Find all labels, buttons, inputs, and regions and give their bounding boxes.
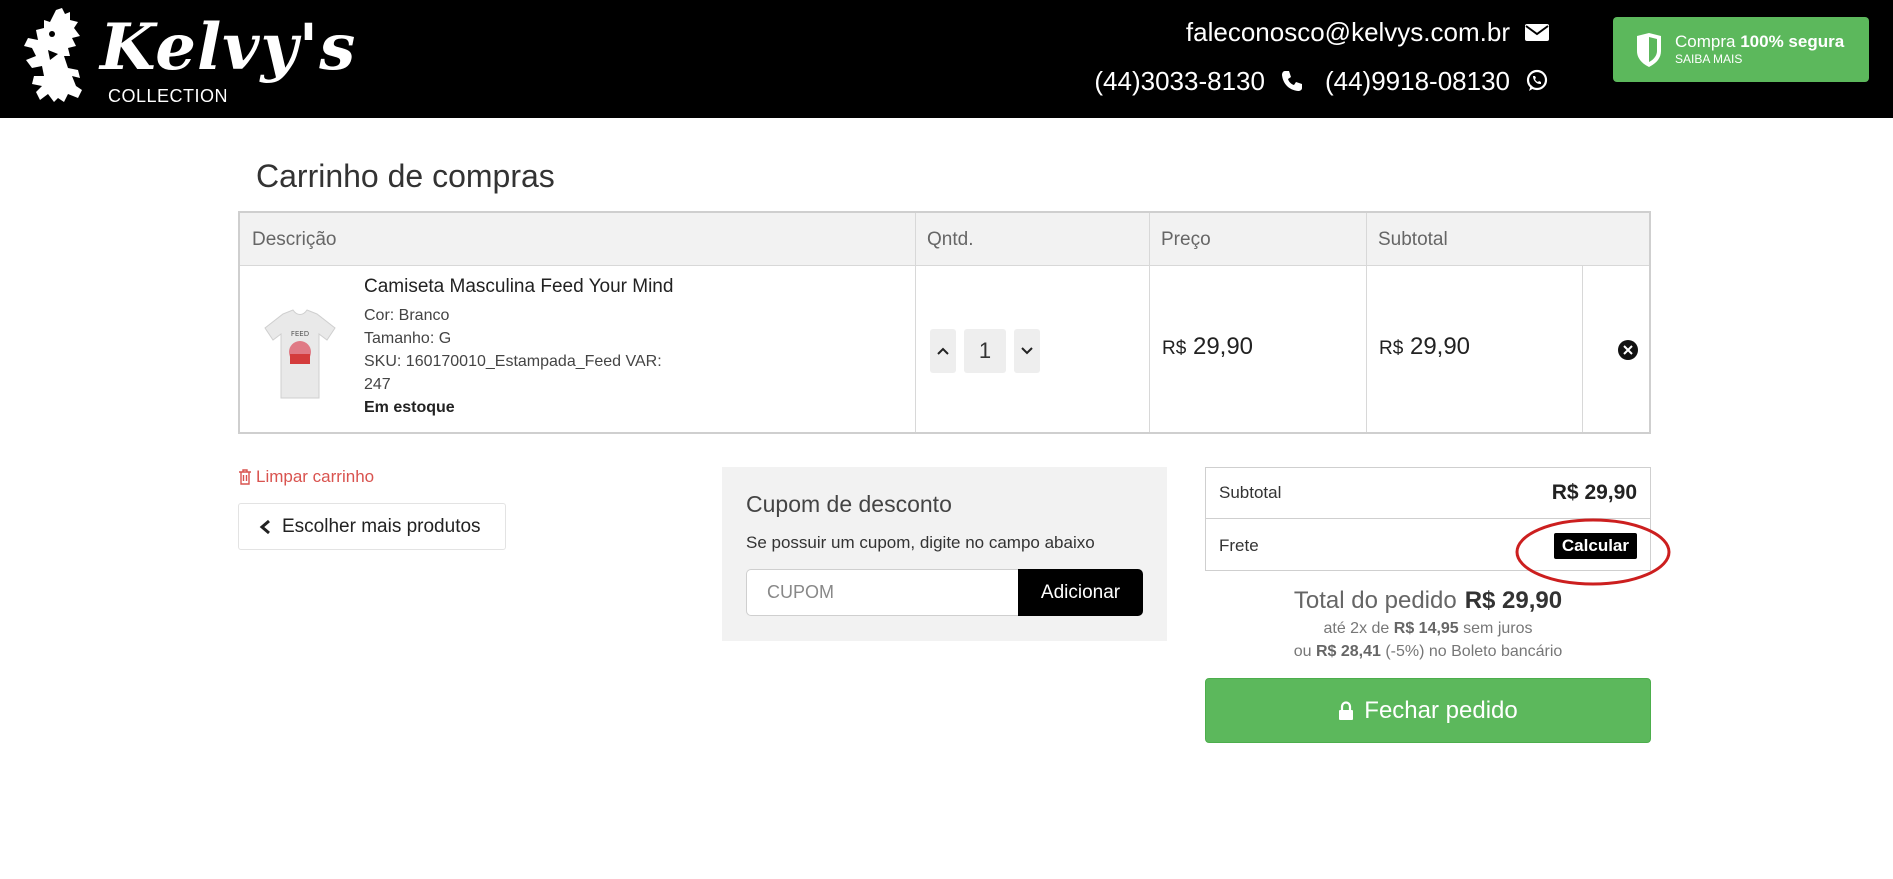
- calculate-shipping-button[interactable]: Calcular: [1553, 532, 1637, 559]
- phone-line: (44)3033-8130 (44)9918-08130: [1094, 65, 1550, 97]
- choose-more-products-button[interactable]: Escolher mais produtos: [238, 503, 506, 550]
- coupon-title: Cupom de desconto: [746, 491, 952, 517]
- page-title: Carrinho de compras: [256, 158, 555, 194]
- chevron-up-icon: [937, 347, 949, 355]
- site-header: Kelvy's COLLECTION faleconosco@kelvys.co…: [0, 0, 1893, 118]
- remove-item-icon[interactable]: [1617, 339, 1639, 361]
- coupon-panel: Cupom de desconto Se possuir um cupom, d…: [722, 467, 1167, 641]
- cart-item-row: FEED Camiseta Masculina Feed Your Mind C…: [240, 266, 1649, 432]
- stock-status: Em estoque: [364, 399, 455, 416]
- product-image[interactable]: FEED: [255, 306, 345, 406]
- contact-info: faleconosco@kelvys.com.br (44)3033-8130 …: [1094, 16, 1550, 97]
- price-value: 29,90: [1192, 333, 1254, 360]
- summary-subtotal-label: Subtotal: [1219, 483, 1282, 502]
- coupon-description: Se possuir um cupom, digite no campo aba…: [746, 533, 1095, 552]
- quantity-decrease-button[interactable]: [1014, 329, 1040, 373]
- summary-shipping-label: Frete: [1219, 535, 1259, 555]
- payment-options: até 2x de R$ 14,95 sem juros ou R$ 28,41…: [1205, 617, 1651, 663]
- product-name[interactable]: Camiseta Masculina Feed Your Mind: [364, 276, 704, 298]
- cart-table: Descrição Qntd. Preço Subtotal FEED Cami…: [238, 211, 1651, 434]
- lock-icon: [1339, 700, 1354, 720]
- column-header-price: Preço: [1161, 229, 1211, 250]
- checkout-label: Fechar pedido: [1364, 696, 1518, 724]
- summary-subtotal-value: R$ 29,90: [1551, 481, 1637, 504]
- whatsapp-icon: [1526, 69, 1548, 91]
- envelope-icon: [1525, 24, 1549, 41]
- checkout-button[interactable]: Fechar pedido: [1205, 678, 1651, 743]
- logo-subtext: COLLECTION: [108, 86, 229, 106]
- column-header-subtotal: Subtotal: [1378, 229, 1448, 250]
- secure-purchase-button[interactable]: Compra 100% segura SAIBA MAIS: [1613, 17, 1869, 82]
- shield-icon: [1637, 32, 1661, 67]
- currency-symbol: R$: [1162, 338, 1187, 359]
- summary-shipping-row: Frete Calcular: [1206, 520, 1650, 571]
- order-total: Total do pedido R$ 29,90: [1205, 587, 1651, 615]
- product-size: Tamanho: G: [364, 330, 452, 347]
- product-sku-cont: 247: [364, 376, 391, 393]
- order-summary: Subtotal R$ 29,90 Frete Calcular: [1205, 467, 1651, 571]
- quantity-stepper: 1: [930, 329, 1040, 373]
- logo-wordmark: Kelvy's: [100, 10, 357, 85]
- clear-cart-label: Limpar carrinho: [256, 467, 375, 486]
- product-color: Cor: Branco: [364, 307, 450, 324]
- email-line: faleconosco@kelvys.com.br: [1094, 16, 1550, 48]
- boleto-line: ou R$ 28,41 (-5%) no Boleto bancário: [1293, 643, 1563, 660]
- secure-title: Compra 100% segura: [1675, 31, 1845, 51]
- column-header-quantity: Qntd.: [927, 229, 974, 250]
- cart-table-header: Descrição Qntd. Preço Subtotal: [240, 213, 1649, 266]
- site-logo[interactable]: Kelvy's COLLECTION: [18, 6, 355, 110]
- coupon-input[interactable]: [746, 569, 1018, 616]
- phone-number[interactable]: (44)3033-8130: [1094, 66, 1265, 97]
- chevron-left-icon: [259, 519, 270, 534]
- phone-icon: [1281, 71, 1302, 91]
- svg-text:FEED: FEED: [291, 330, 309, 338]
- quantity-increase-button[interactable]: [930, 329, 956, 373]
- trash-icon: [239, 469, 251, 485]
- installments-line: até 2x de R$ 14,95 sem juros: [1323, 620, 1533, 637]
- secure-text: Compra 100% segura SAIBA MAIS: [1675, 31, 1845, 67]
- column-header-description: Descrição: [252, 229, 337, 250]
- clear-cart-link[interactable]: Limpar carrinho: [238, 467, 374, 487]
- order-total-label: Total do pedido: [1293, 587, 1457, 614]
- chevron-down-icon: [1021, 347, 1033, 355]
- whatsapp-number[interactable]: (44)9918-08130: [1325, 66, 1510, 97]
- secure-subtitle: SAIBA MAIS: [1675, 52, 1743, 67]
- lion-logo-icon: [24, 8, 82, 102]
- product-sku: SKU: 160170010_Estampada_Feed VAR:: [364, 353, 662, 370]
- summary-subtotal-row: Subtotal R$ 29,90: [1206, 468, 1650, 519]
- add-coupon-button[interactable]: Adicionar: [1018, 569, 1143, 616]
- item-subtotal: R$ 29,90: [1379, 333, 1470, 361]
- product-info: Camiseta Masculina Feed Your Mind Cor: B…: [364, 276, 704, 419]
- currency-symbol: R$: [1379, 338, 1404, 359]
- subtotal-value: 29,90: [1409, 333, 1471, 360]
- quantity-value[interactable]: 1: [964, 329, 1006, 373]
- choose-more-products-label: Escolher mais produtos: [282, 515, 481, 537]
- order-total-value: R$ 29,90: [1464, 587, 1563, 614]
- email-link[interactable]: faleconosco@kelvys.com.br: [1186, 17, 1510, 48]
- item-price: R$ 29,90: [1162, 333, 1253, 361]
